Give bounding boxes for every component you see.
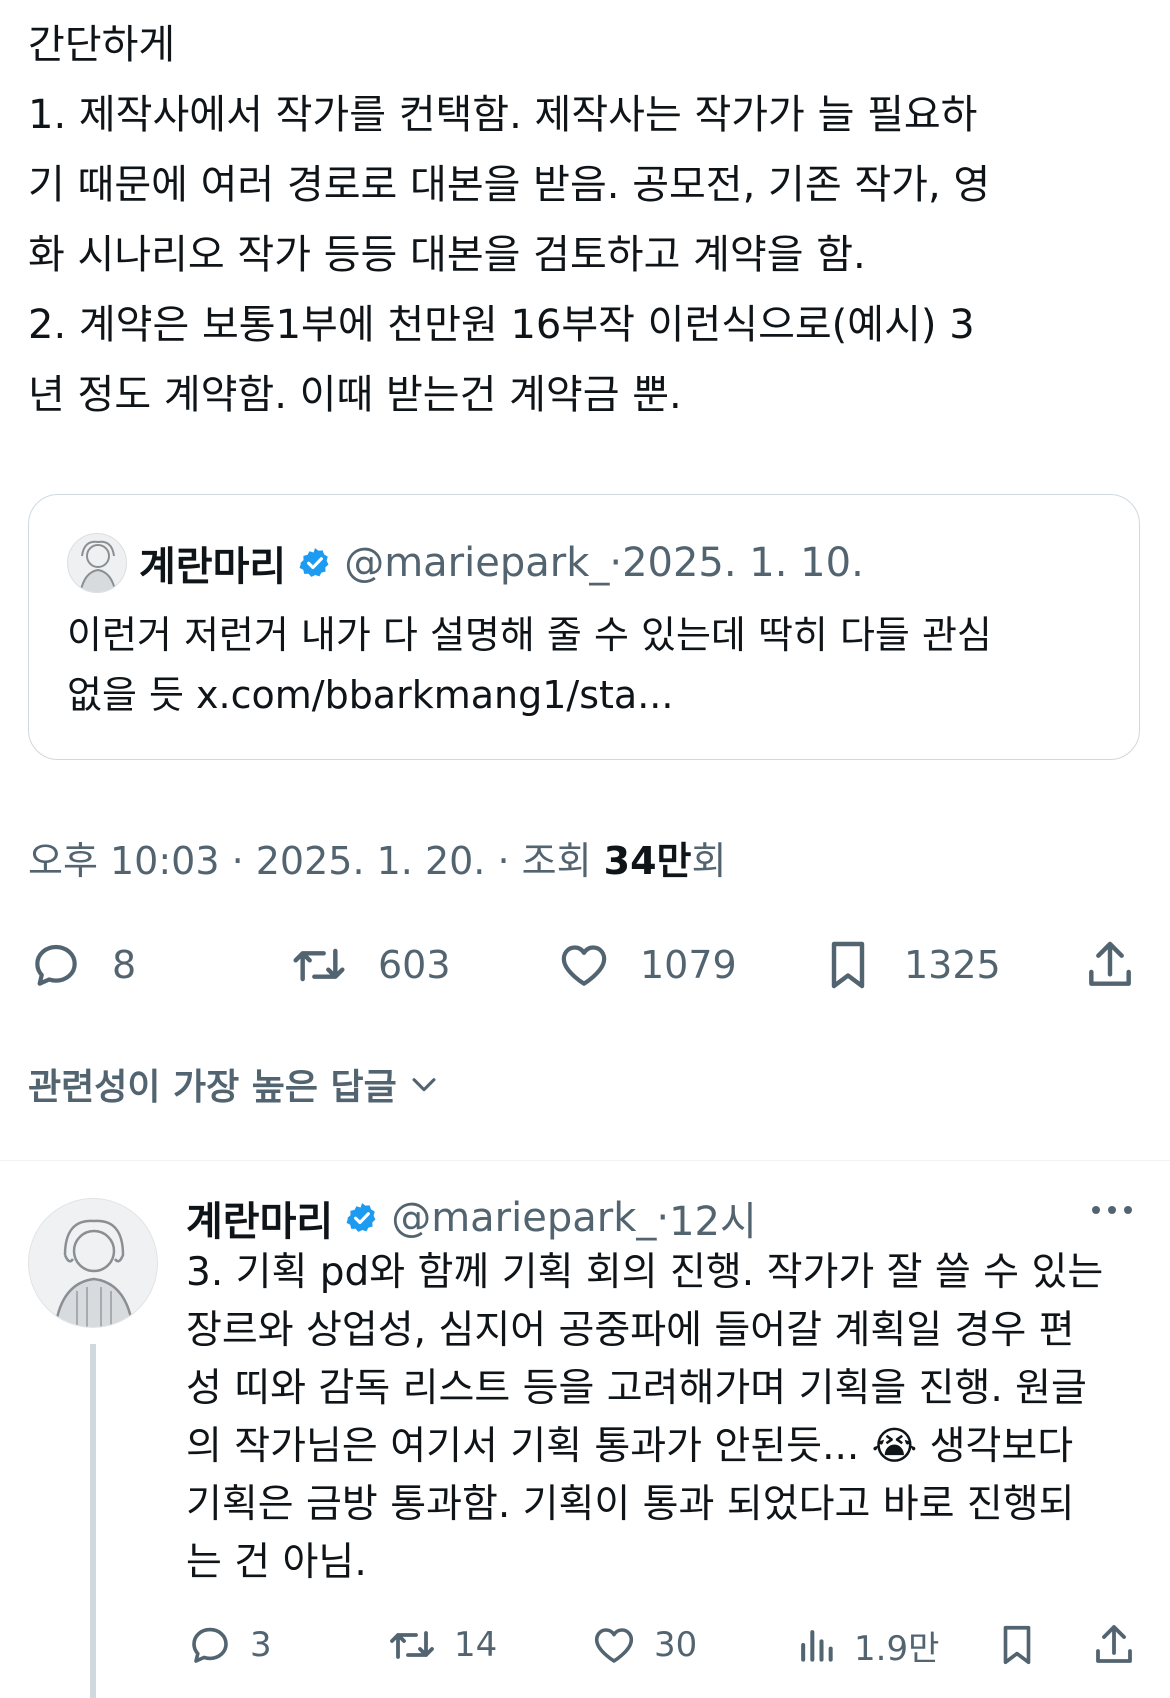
replies-sort-label: 관련성이 가장 높은 답글	[28, 1067, 397, 1108]
reply-text: 3. 기획 pd와 함께 기획 회의 진행. 작가가 잘 쓸 수 있는 장르와 …	[186, 1250, 1104, 1585]
retweet-button[interactable]: 603	[288, 930, 451, 1000]
quoted-tweet-card[interactable]: 계란마리 @mariepark_ · 2025. 1. 10. 이런거 저런거 …	[28, 494, 1140, 760]
retweet-icon	[386, 1621, 438, 1669]
like-count: 1079	[640, 943, 737, 987]
reply-handle[interactable]: @mariepark_	[391, 1195, 656, 1241]
verified-badge-icon	[345, 1201, 379, 1235]
divider	[0, 1160, 1170, 1161]
reply-bookmark-button[interactable]	[994, 1610, 1056, 1680]
share-icon	[1082, 937, 1138, 993]
reply-reply-count: 3	[250, 1625, 272, 1665]
reply-retweet-button[interactable]: 14	[386, 1610, 497, 1680]
reply-views-button[interactable]: 1.9만	[794, 1610, 939, 1680]
separator-dot: ·	[656, 1195, 670, 1241]
chevron-down-icon	[407, 1067, 441, 1101]
views-chart-icon	[794, 1621, 838, 1669]
views-count[interactable]: 34만	[604, 839, 692, 883]
reply-like-count: 30	[654, 1625, 698, 1665]
reply-count: 8	[112, 943, 137, 987]
like-button[interactable]: 1079	[556, 930, 737, 1000]
quoted-tweet-text: 이런거 저런거 내가 다 설명해 줄 수 있는데 딱히 다들 관심 없을 듯 x…	[67, 613, 992, 717]
reply-icon	[186, 1621, 234, 1669]
views-suffix: 회	[691, 839, 727, 883]
verified-badge-icon	[298, 546, 332, 580]
bookmark-button[interactable]: 1325	[820, 930, 1001, 1000]
reply-time[interactable]: 12시	[669, 1189, 757, 1247]
separator-dot: ·	[609, 540, 623, 586]
bookmark-count: 1325	[904, 943, 1001, 987]
heart-icon	[556, 937, 612, 993]
tweet-text: 간단하게 1. 제작사에서 작가를 컨택함. 제작사는 작가가 늘 필요하 기 …	[28, 22, 991, 418]
reply-header: 계란마리 @mariepark_ · 12시	[186, 1188, 757, 1248]
reply-author-name[interactable]: 계란마리	[186, 1189, 333, 1247]
quoted-handle[interactable]: @mariepark_	[344, 540, 609, 586]
tweet-meta: 오후 10:03 · 2025. 1. 20. · 조회 34만회	[28, 830, 726, 885]
tweet-timestamp[interactable]: 오후 10:03 · 2025. 1. 20. · 조회	[28, 839, 604, 883]
reply-button[interactable]: 8	[28, 930, 136, 1000]
quoted-header: 계란마리 @mariepark_ · 2025. 1. 10.	[139, 531, 864, 595]
tweet-action-bar: 8 603 1079 1325	[0, 930, 1170, 1000]
reply-reply-button[interactable]: 3	[186, 1610, 272, 1680]
share-icon	[1090, 1621, 1138, 1669]
reply-action-bar: 3 14 30 1.9만	[0, 1610, 1170, 1680]
replies-sort-dropdown[interactable]: 관련성이 가장 높은 답글	[28, 1058, 441, 1110]
share-button[interactable]	[1082, 930, 1166, 1000]
bookmark-icon	[994, 1619, 1040, 1671]
heart-icon	[590, 1621, 638, 1669]
quoted-avatar[interactable]	[67, 533, 127, 593]
reply-icon	[28, 937, 84, 993]
more-options-icon[interactable]	[1090, 1200, 1134, 1220]
bookmark-icon	[820, 935, 876, 995]
quoted-author-name[interactable]: 계란마리	[139, 534, 286, 592]
reply-retweet-count: 14	[454, 1625, 498, 1665]
reply-avatar[interactable]	[28, 1198, 158, 1328]
quoted-date[interactable]: 2025. 1. 10.	[622, 540, 864, 586]
retweet-icon	[288, 937, 350, 993]
reply-share-button[interactable]	[1090, 1610, 1154, 1680]
reply-views-count: 1.9만	[854, 1628, 940, 1669]
reply-like-button[interactable]: 30	[590, 1610, 697, 1680]
retweet-count: 603	[378, 943, 451, 987]
